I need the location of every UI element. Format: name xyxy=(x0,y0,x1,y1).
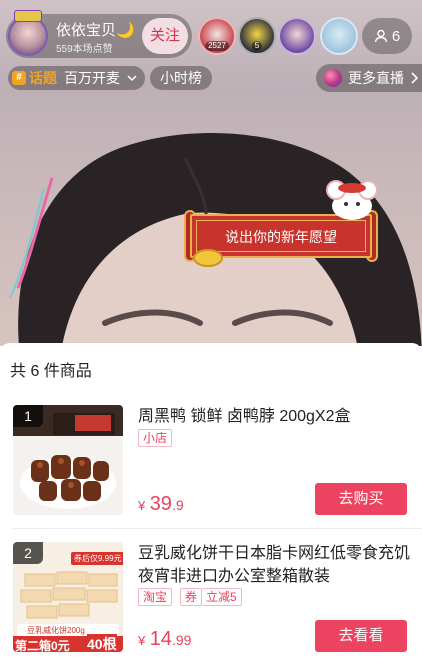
gold-coin-icon xyxy=(193,249,223,267)
price-integer: 14 xyxy=(149,628,172,650)
anchor-name: 依依宝贝🌙 xyxy=(56,22,135,39)
product-tag: 小店 xyxy=(138,429,173,447)
view-button[interactable]: 去看看 xyxy=(315,620,407,652)
anchor-level-badge xyxy=(14,10,42,22)
product-index: 1 xyxy=(13,405,43,427)
product-price: ¥ 39.9 xyxy=(138,493,184,516)
more-live-button[interactable]: 更多直播 xyxy=(316,64,422,92)
product-title[interactable]: 豆乳威化饼干日本脂卡网红低零食充饥夜宵非进口办公室整箱散装 xyxy=(138,542,410,588)
price-currency: ¥ xyxy=(138,498,146,513)
thumb-brand-text: 豆乳威化饼200g xyxy=(27,626,85,635)
product-tag: 立减5 xyxy=(202,588,242,606)
hour-rank-button[interactable]: 小时榜 xyxy=(150,66,212,90)
thumb-promo-text: 第二箱0元 xyxy=(15,639,70,652)
anchor-info[interactable]: 依依宝贝🌙 559本场点赞 关注 xyxy=(6,10,192,58)
viewer-avatar[interactable] xyxy=(320,17,358,55)
price-currency: ¥ xyxy=(138,633,146,648)
product-tag: 券 xyxy=(180,588,203,606)
topic-tag: 话题 xyxy=(29,70,57,86)
thumb-coupon-text: 券后仅9.99元 xyxy=(71,552,123,565)
product-price: ¥ 14.99 xyxy=(138,628,191,651)
viewer-count[interactable]: 6 xyxy=(362,18,412,54)
divider xyxy=(13,528,422,529)
more-live-label: 更多直播 xyxy=(348,70,404,86)
price-decimal: .9 xyxy=(171,497,184,513)
product-index: 2 xyxy=(13,542,43,564)
price-integer: 39 xyxy=(149,493,172,515)
viewer-tag: 2527 xyxy=(205,41,229,51)
hash-icon: # xyxy=(12,71,26,85)
viewer-avatar[interactable]: 5 xyxy=(238,17,276,55)
product-item[interactable]: 2 券后仅9.99元 豆乳威化饼200g 第二箱0元 40根 豆乳威化饼干日本脂… xyxy=(0,542,422,672)
chevron-right-icon xyxy=(411,72,418,84)
person-icon xyxy=(374,29,388,43)
panel-title: 共 6 件商品 xyxy=(10,363,92,380)
topic-name: 百万开麦 xyxy=(64,70,120,86)
product-item[interactable]: 1 周黑鸭 锁鲜 卤鸭脖 200gX2盒 小店 ¥ 39.9 去购买 xyxy=(0,405,422,535)
product-thumbnail[interactable]: 1 xyxy=(13,405,123,515)
product-thumbnail[interactable]: 2 券后仅9.99元 豆乳威化饼200g 第二箱0元 40根 xyxy=(13,542,123,652)
thumb-count-text: 40根 xyxy=(87,634,117,652)
price-decimal: .99 xyxy=(171,632,192,648)
buy-button[interactable]: 去购买 xyxy=(315,483,407,515)
product-title[interactable]: 周黑鸭 锁鲜 卤鸭脖 200gX2盒 xyxy=(138,405,410,428)
more-live-icon xyxy=(324,69,342,87)
viewer-tag: 5 xyxy=(251,41,263,51)
mouse-mascot-icon xyxy=(326,180,378,220)
viewer-avatar[interactable] xyxy=(278,17,316,55)
follow-button[interactable]: 关注 xyxy=(142,18,188,54)
anchor-avatar[interactable] xyxy=(8,16,48,56)
anchor-likes: 559本场点赞 xyxy=(56,44,113,55)
chevron-down-icon xyxy=(127,75,137,82)
viewer-count-value: 6 xyxy=(391,27,401,45)
viewer-avatar[interactable]: 2527 xyxy=(198,17,236,55)
product-tag: 淘宝 xyxy=(138,588,173,606)
topic-pill[interactable]: # 话题 百万开麦 xyxy=(8,66,145,90)
